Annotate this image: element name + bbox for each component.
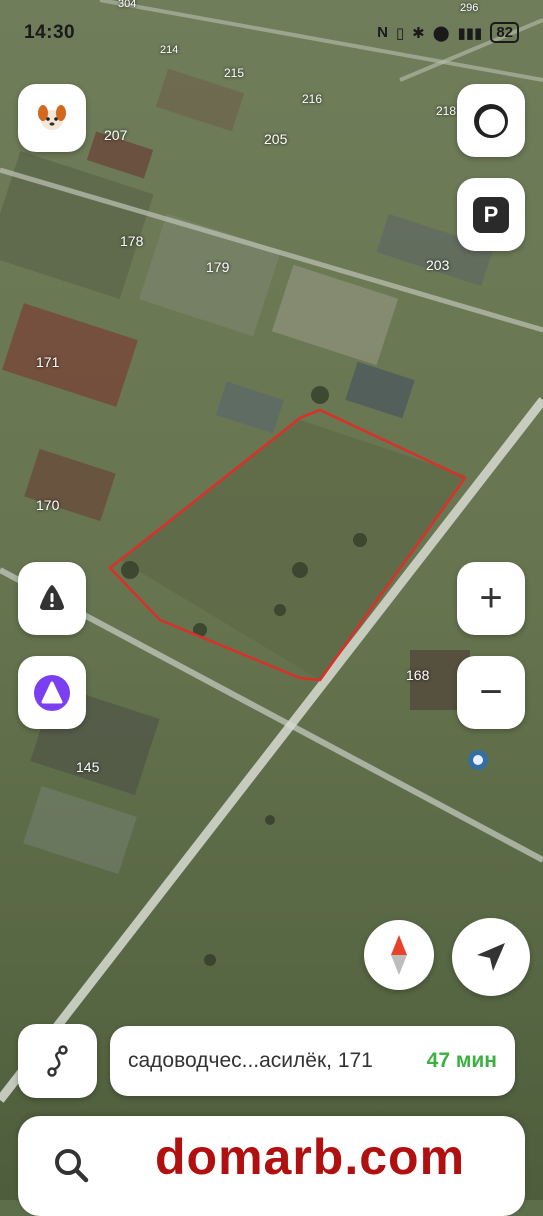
house-number: 207 (104, 127, 128, 143)
locate-arrow-icon (477, 943, 505, 971)
house-number: 145 (76, 759, 100, 775)
house-number: 205 (264, 131, 288, 147)
profile-button[interactable] (18, 84, 86, 152)
house-number: 171 (36, 354, 60, 370)
report-incident-button[interactable] (18, 562, 86, 635)
zoom-out-button[interactable]: − (457, 656, 525, 729)
bluetooth-icon: ✱ (412, 24, 425, 42)
house-number: 216 (302, 92, 323, 106)
search-icon[interactable] (52, 1146, 92, 1186)
vibrate-icon: ▯ (395, 24, 405, 42)
parking-label: P (483, 201, 499, 227)
circle-layers-icon (474, 103, 508, 138)
house-number: 179 (206, 259, 230, 275)
house-number: 168 (406, 667, 430, 683)
route-icon (46, 1045, 68, 1077)
parking-icon: P (473, 196, 509, 233)
compass-icon (391, 935, 407, 975)
compass-button[interactable] (364, 920, 434, 990)
nfc-icon: N (377, 24, 388, 41)
house-number: 170 (36, 497, 60, 513)
battery-indicator: 82 (490, 22, 519, 43)
status-time: 14:30 (24, 22, 76, 43)
route-eta: 47 мин (426, 1049, 497, 1072)
house-number: 178 (120, 233, 144, 249)
parking-button[interactable]: P (457, 178, 525, 251)
zoom-in-label: + (479, 576, 503, 620)
route-button[interactable] (18, 1024, 97, 1098)
zoom-in-button[interactable]: + (457, 562, 525, 635)
location-icon: ⬤ (432, 24, 450, 42)
zoom-out-label: − (479, 670, 503, 714)
route-destination-bar[interactable]: садоводчес...асилёк, 171 47 мин (110, 1026, 515, 1096)
alice-assistant-icon (34, 674, 70, 711)
layers-button[interactable] (457, 84, 525, 157)
signal-icon: ▮▮▮ (457, 24, 483, 42)
watermark: domarb.com (155, 1129, 466, 1185)
locate-button[interactable] (452, 918, 530, 996)
house-number: 203 (426, 257, 450, 273)
house-number: 218 (436, 104, 457, 118)
status-icons: N ▯ ✱ ⬤ ▮▮▮ 82 (377, 22, 519, 43)
warning-triangle-icon (40, 584, 64, 610)
status-bar: 14:30 N ▯ ✱ ⬤ ▮▮▮ 82 (0, 0, 543, 70)
route-address: садоводчес...асилёк, 171 (128, 1049, 373, 1072)
dog-avatar-icon (38, 105, 66, 130)
alice-assistant-button[interactable] (18, 656, 86, 729)
